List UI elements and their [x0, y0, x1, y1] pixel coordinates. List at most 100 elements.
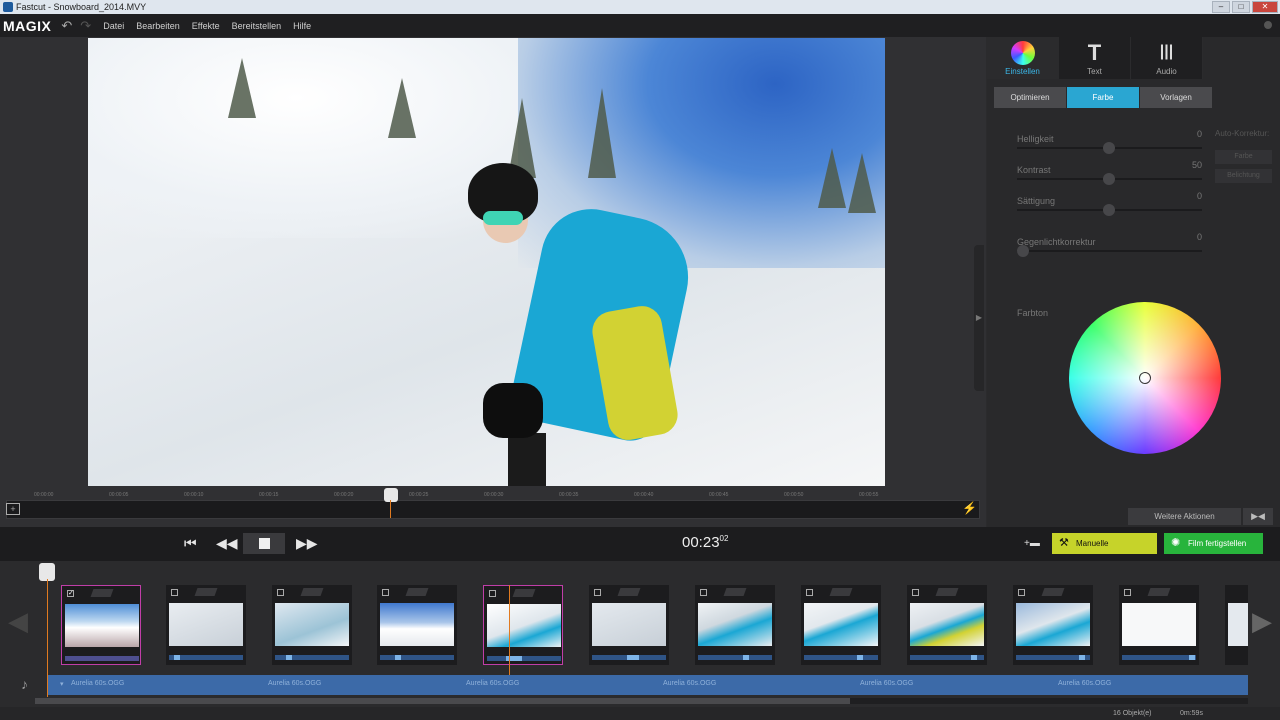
subtab-farbe[interactable]: Farbe	[1067, 87, 1139, 108]
slider-knob[interactable]	[1017, 245, 1029, 257]
clip-transition-icon[interactable]	[405, 588, 429, 596]
clip-checkbox[interactable]	[277, 589, 284, 596]
clip-checkbox[interactable]	[912, 589, 919, 596]
fast-forward-icon[interactable]: ▶▶	[296, 535, 318, 552]
slider-label: Kontrast	[1017, 165, 1051, 175]
scrollbar-thumb[interactable]	[35, 698, 850, 704]
clip[interactable]	[1225, 585, 1248, 665]
tab-einstellen-label: Einstellen	[1005, 67, 1040, 76]
clip[interactable]	[695, 585, 775, 665]
audio-clip-label: Aurelia 60s.OGG	[466, 680, 520, 687]
auto-belichtung-button[interactable]: Belichtung	[1215, 169, 1272, 183]
clip-checkbox[interactable]	[594, 589, 601, 596]
clip[interactable]	[1013, 585, 1093, 665]
clip-marker	[395, 655, 401, 660]
app-icon	[3, 2, 13, 12]
clip-checkbox[interactable]	[806, 589, 813, 596]
menu-hilfe[interactable]: Hilfe	[293, 21, 311, 31]
clip[interactable]	[1119, 585, 1199, 665]
clip-checkbox[interactable]: ✓	[67, 590, 74, 597]
clip-checkbox[interactable]	[1124, 589, 1131, 596]
timeline-scrollbar[interactable]	[35, 698, 1248, 704]
menu-bearbeiten[interactable]: Bearbeiten	[136, 21, 180, 31]
clip-transition-icon[interactable]	[90, 589, 114, 597]
close-button[interactable]: ✕	[1252, 1, 1278, 13]
film-fertigstellen-button[interactable]: ✺ Film fertigstellen	[1164, 533, 1263, 554]
clip-transition-icon[interactable]	[829, 588, 853, 596]
clip-thumbnail	[1228, 603, 1248, 646]
clip-transition-icon[interactable]	[1147, 588, 1171, 596]
audio-clip-label: Aurelia 60s.OGG	[71, 680, 125, 687]
menu-datei[interactable]: Datei	[103, 21, 124, 31]
clip[interactable]	[801, 585, 881, 665]
snowboarder-goggles	[483, 211, 523, 225]
fullscreen-icon[interactable]: +	[6, 503, 20, 515]
clip-transition-icon[interactable]	[300, 588, 324, 596]
tab-einstellen[interactable]: Einstellen	[987, 37, 1059, 79]
color-wheel[interactable]	[1069, 302, 1221, 454]
preview-playhead-handle[interactable]	[384, 488, 398, 502]
stop-button[interactable]	[243, 533, 285, 554]
clip[interactable]	[589, 585, 669, 665]
clip-transition-icon[interactable]	[194, 588, 218, 596]
panel-toggle-icon[interactable]: ▶◀	[1243, 508, 1273, 525]
tab-audio[interactable]: ||| Audio	[1131, 37, 1203, 79]
clip[interactable]	[166, 585, 246, 665]
redo-icon[interactable]: ↷	[80, 18, 91, 34]
maximize-button[interactable]: □	[1232, 1, 1250, 13]
scroll-left-icon[interactable]: ◀	[8, 606, 28, 637]
clip[interactable]	[272, 585, 352, 665]
tab-text[interactable]: T Text	[1059, 37, 1131, 79]
clip-transition-icon[interactable]	[512, 589, 536, 597]
clip-checkbox[interactable]	[700, 589, 707, 596]
subtab-optimieren[interactable]: Optimieren	[994, 87, 1066, 108]
clip-transition-icon[interactable]	[723, 588, 747, 596]
video-preview[interactable]	[88, 38, 885, 486]
subtab-vorlagen[interactable]: Vorlagen	[1140, 87, 1212, 108]
slider-value: 50	[1191, 160, 1202, 170]
weitere-aktionen-button[interactable]: Weitere Aktionen	[1128, 508, 1241, 525]
clip-checkbox[interactable]	[382, 589, 389, 596]
preview-scrubbar[interactable]	[6, 500, 980, 519]
menu-bereitstellen[interactable]: Bereitstellen	[232, 21, 282, 31]
clip[interactable]	[483, 585, 563, 665]
clip-transition-icon[interactable]	[935, 588, 959, 596]
clip[interactable]	[907, 585, 987, 665]
clip-range-bar	[698, 655, 772, 660]
menu-effekte[interactable]: Effekte	[192, 21, 220, 31]
skip-start-icon[interactable]: ⏮	[184, 535, 197, 552]
ruler-tick: 00:00:05	[109, 492, 129, 498]
clip-checkbox[interactable]	[1018, 589, 1025, 596]
preview-area: ▶	[0, 37, 986, 527]
audio-track[interactable]: ▾ Aurelia 60s.OGG Aurelia 60s.OGG Aureli…	[48, 675, 1248, 695]
clip-checkbox[interactable]	[489, 590, 496, 597]
collapse-sidebar-tab[interactable]: ▶	[974, 245, 984, 391]
manuelle-bearbeitung-button[interactable]: ⚒ Manuelle Bearbeitung	[1052, 533, 1157, 569]
slider-knob[interactable]	[1103, 142, 1115, 154]
clip-transition-icon[interactable]	[617, 588, 641, 596]
slider-label: Helligkeit	[1017, 134, 1054, 144]
stop-icon	[259, 538, 270, 549]
lightning-icon[interactable]: ⚡	[962, 501, 977, 515]
clip[interactable]: ✓	[61, 585, 141, 665]
slider-knob[interactable]	[1103, 204, 1115, 216]
auto-farbe-button[interactable]: Farbe	[1215, 150, 1272, 164]
slider-track[interactable]	[1017, 250, 1202, 252]
transport-bar: ⏮ ◀◀ ▶▶ 00:2302 +▬ ⚒ Manuelle Bearbeitun…	[0, 527, 1280, 569]
slider-knob[interactable]	[1103, 173, 1115, 185]
rewind-icon[interactable]: ◀◀	[216, 535, 238, 552]
farbton-label: Farbton	[1017, 308, 1049, 318]
clip[interactable]	[377, 585, 457, 665]
scroll-right-icon[interactable]: ▶	[1252, 606, 1272, 637]
clip-marker	[1079, 655, 1085, 660]
undo-icon[interactable]: ↶	[61, 18, 72, 34]
slider-value: 0	[1196, 129, 1202, 139]
clip-transition-icon[interactable]	[1041, 588, 1065, 596]
clip-checkbox[interactable]	[171, 589, 178, 596]
settings-icon[interactable]	[1264, 21, 1272, 29]
add-clip-icon[interactable]: +▬	[1024, 538, 1040, 549]
audio-expand-icon[interactable]: ▾	[60, 680, 64, 688]
color-wheel-handle[interactable]	[1139, 372, 1151, 384]
clip-marker	[286, 655, 292, 660]
minimize-button[interactable]: –	[1212, 1, 1230, 13]
